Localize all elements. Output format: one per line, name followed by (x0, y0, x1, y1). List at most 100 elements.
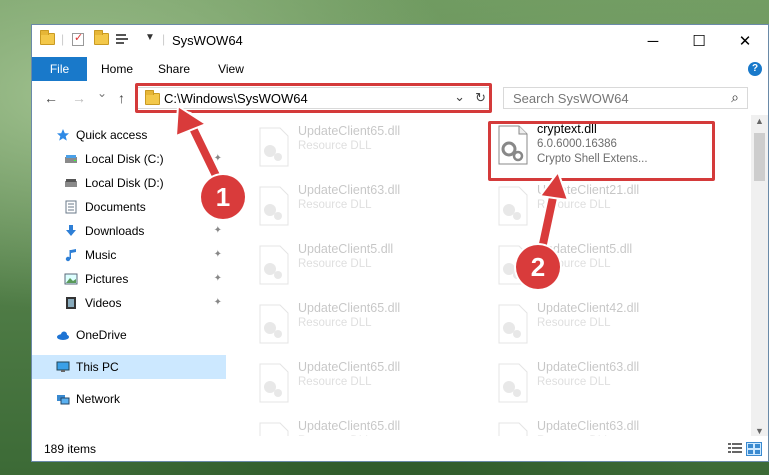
sidebar-item-label: This PC (76, 360, 119, 374)
sidebar-item-music[interactable]: Music ✦ (32, 243, 226, 267)
tab-view[interactable]: View (206, 57, 256, 81)
dll-file-icon (259, 245, 289, 285)
file-type: Resource DLL (298, 258, 372, 270)
sidebar-item-network[interactable]: Network (32, 387, 226, 411)
sidebar-item-label: Local Disk (C:) (85, 152, 164, 166)
tab-share[interactable]: Share (149, 57, 199, 81)
video-icon (66, 297, 76, 309)
sidebar-item-this-pc[interactable]: This PC (32, 355, 226, 379)
file-highlight (488, 121, 715, 181)
quick-access-dropdown-icon[interactable]: ▼ (145, 32, 155, 43)
dll-file-icon (259, 304, 289, 344)
scroll-up-icon[interactable]: ▲ (755, 116, 764, 126)
folder-icon (40, 30, 55, 45)
scroll-thumb[interactable] (754, 133, 765, 181)
list-item[interactable]: UpdateClient63.dll Resource DLL (248, 180, 478, 228)
document-icon (65, 200, 77, 214)
sidebar-item-label: Documents (85, 200, 146, 214)
sidebar-item-label: OneDrive (76, 328, 127, 342)
file-type: Resource DLL (298, 317, 372, 329)
dll-file-icon (498, 422, 528, 437)
list-item[interactable]: UpdateClient21.dll Resource DLL (487, 180, 717, 228)
divider: | (61, 32, 65, 46)
sidebar-item-videos[interactable]: Videos ✦ (32, 291, 226, 315)
file-name: UpdateClient65.dll (298, 301, 401, 315)
close-button[interactable]: ✕ (722, 25, 768, 57)
scroll-down-icon[interactable]: ▼ (755, 426, 764, 436)
file-name: UpdateClient21.dll (537, 183, 640, 197)
download-icon (66, 225, 76, 236)
pin-icon: ✦ (213, 225, 222, 236)
dll-file-icon (498, 304, 528, 344)
vertical-scrollbar[interactable]: ▲ ▼ (751, 115, 768, 437)
large-icons-view-icon[interactable] (746, 442, 762, 456)
sidebar-item-label: Quick access (76, 128, 148, 142)
dll-file-icon (259, 127, 289, 167)
file-type: Resource DLL (537, 317, 611, 329)
file-name: UpdateClient63.dll (537, 419, 640, 433)
file-type: Resource DLL (298, 199, 372, 211)
sidebar-item-pictures[interactable]: Pictures ✦ (32, 267, 226, 291)
file-name: UpdateClient42.dll (537, 301, 640, 315)
sidebar-item-downloads[interactable]: Downloads ✦ (32, 219, 226, 243)
list-item[interactable]: UpdateClient42.dll Resource DLL (487, 298, 717, 346)
sidebar-item-local-disk-d[interactable]: Local Disk (D:) (32, 171, 226, 195)
file-type: Resource DLL (298, 140, 372, 152)
dll-file-icon (498, 186, 528, 226)
divider: | (162, 32, 166, 46)
dll-file-icon (259, 422, 289, 437)
pin-icon: ✦ (213, 249, 222, 260)
sidebar-item-local-disk-c[interactable]: Local Disk (C:) ✦ (32, 147, 226, 171)
file-name: UpdateClient65.dll (298, 360, 401, 374)
drive-icon (65, 179, 77, 187)
details-view-icon[interactable] (728, 442, 742, 454)
computer-icon (56, 361, 70, 372)
pin-icon: ✦ (213, 153, 222, 164)
file-type: Resource DLL (537, 376, 611, 388)
search-input[interactable]: Search SysWOW64 ⌕ (503, 87, 748, 109)
dll-file-icon (259, 363, 289, 403)
pin-icon: ✦ (213, 297, 222, 308)
help-icon[interactable]: ? (748, 62, 762, 76)
list-item[interactable]: UpdateClient65.dll Resource DLL (248, 121, 478, 169)
recent-locations-button[interactable]: ⌄ (97, 86, 107, 100)
file-type: Resource DLL (537, 199, 611, 211)
ribbon-tabs: File Home Share View ? (32, 57, 768, 105)
navigation-pane: Quick access Local Disk (C:) ✦ Local Dis… (32, 115, 226, 437)
maximize-button[interactable]: ☐ (676, 25, 722, 57)
file-type: Resource DLL (298, 376, 372, 388)
list-item[interactable]: UpdateClient65.dll Resource DLL (248, 357, 478, 405)
minimize-button[interactable]: ─ (630, 25, 676, 57)
new-folder-icon[interactable] (94, 30, 109, 45)
sidebar-item-documents[interactable]: Documents ✦ (32, 195, 226, 219)
tab-home[interactable]: Home (92, 57, 142, 81)
sidebar-item-label: Videos (85, 296, 122, 310)
file-name: UpdateClient63.dll (537, 360, 640, 374)
music-icon (65, 249, 76, 262)
list-item[interactable]: UpdateClient63.dll Resource DLL (487, 357, 717, 405)
list-item[interactable]: UpdateClient5.dll Resource DLL (248, 239, 478, 287)
list-item[interactable]: UpdateClient65.dll Resource DLL (248, 416, 478, 437)
pin-icon: ✦ (213, 273, 222, 284)
sidebar-item-label: Music (85, 248, 117, 262)
customize-toolbar-icon[interactable] (116, 34, 130, 45)
list-item[interactable]: UpdateClient63.dll Resource DLL (487, 416, 717, 437)
sidebar-item-label: Pictures (85, 272, 129, 286)
list-item[interactable]: UpdateClient65.dll Resource DLL (248, 298, 478, 346)
sidebar-item-label: Downloads (85, 224, 145, 238)
sidebar-item-onedrive[interactable]: OneDrive (32, 323, 226, 347)
file-name: UpdateClient65.dll (298, 419, 401, 433)
up-button[interactable]: ↑ (118, 90, 125, 106)
dll-file-icon (259, 186, 289, 226)
forward-button[interactable]: → (72, 90, 86, 106)
file-name: UpdateClient5.dll (298, 242, 394, 256)
properties-icon[interactable]: ✓ (72, 32, 84, 46)
status-bar: 189 items (32, 436, 768, 461)
drive-icon (65, 155, 77, 163)
file-name: UpdateClient63.dll (298, 183, 401, 197)
network-icon (57, 395, 70, 405)
star-icon (57, 129, 69, 141)
back-button[interactable]: ← (44, 90, 58, 106)
sidebar-item-quick-access[interactable]: Quick access (32, 123, 226, 147)
dll-file-icon (498, 363, 528, 403)
